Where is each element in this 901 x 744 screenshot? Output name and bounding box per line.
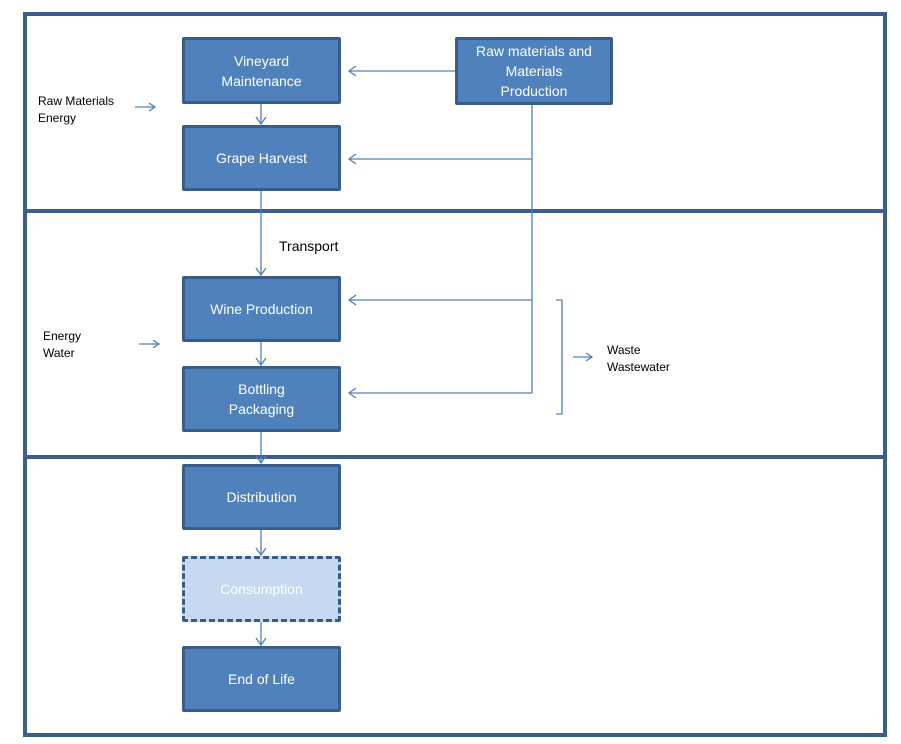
box-distribution: Distribution: [182, 464, 341, 530]
box-bottling-packaging: Bottling Packaging: [182, 366, 341, 432]
inputs-label-vineyard: Raw Materials Energy: [38, 94, 115, 125]
box-wine-production: Wine Production: [182, 276, 341, 342]
box-grape-harvest: Grape Harvest: [182, 125, 341, 191]
outputs-label-winery: Waste Wastewater: [607, 343, 670, 374]
connectors: [135, 65, 594, 647]
inputs-label-winery: Energy Water: [43, 329, 82, 360]
output-bracket: [556, 299, 563, 415]
box-end-of-life: End of Life: [182, 646, 341, 712]
transport-label: Transport: [279, 238, 339, 254]
box-raw-materials-production: Raw materials and Materials Production: [455, 37, 613, 105]
box-consumption: Consumption: [182, 556, 341, 622]
box-vineyard-maintenance: Vineyard Maintenance: [182, 37, 341, 104]
